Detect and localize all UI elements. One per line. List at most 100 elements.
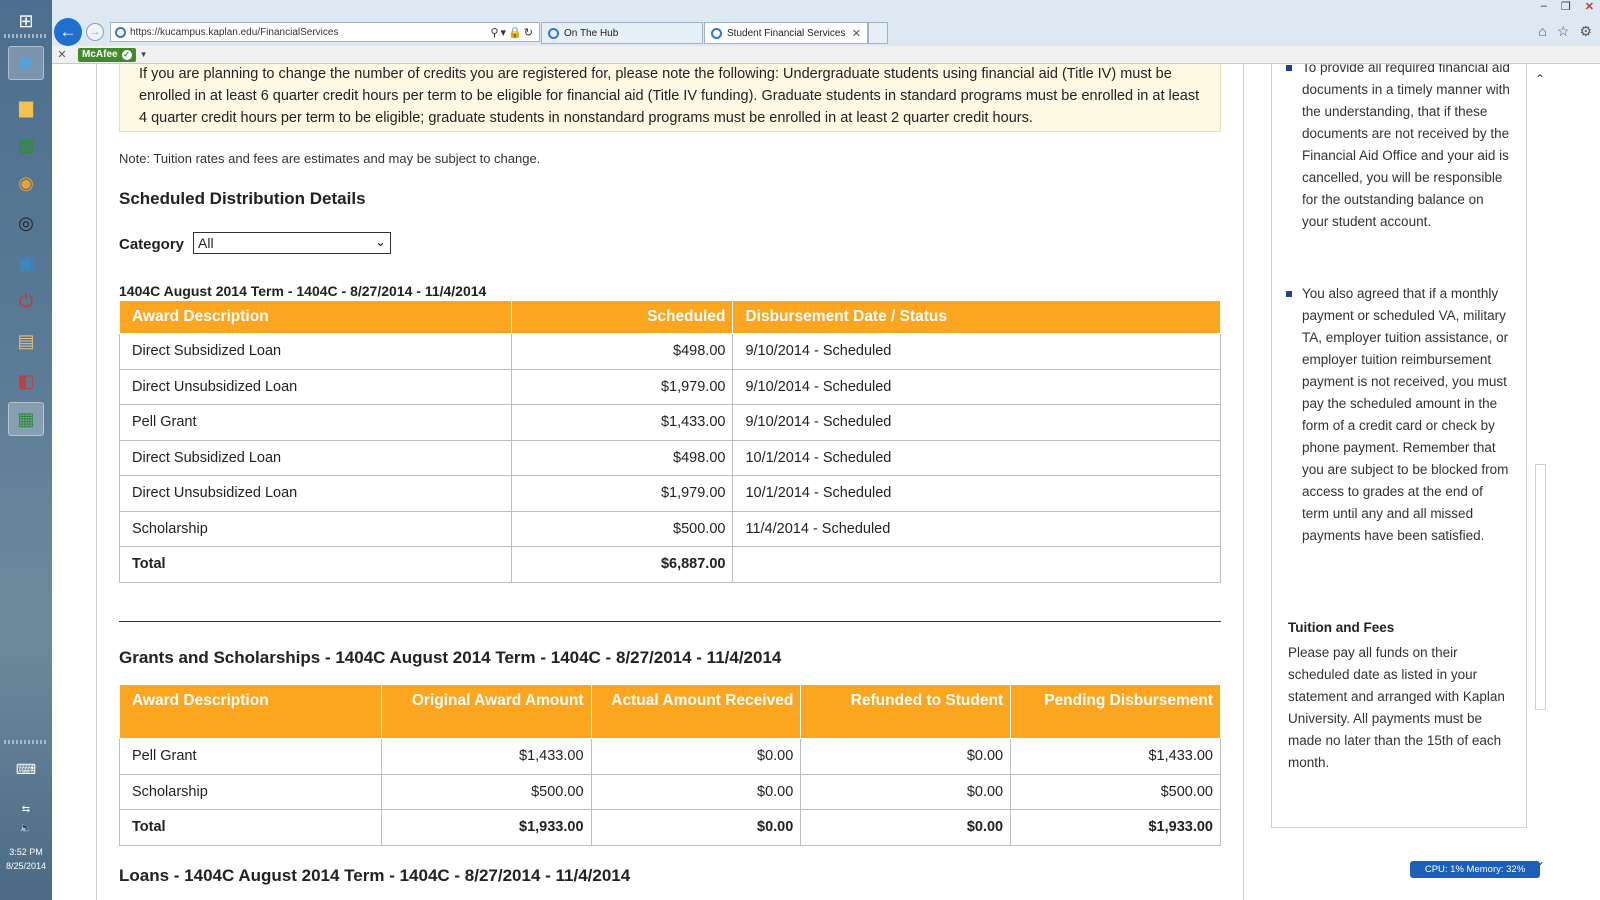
scheduled-amount-cell: $1,979.00 bbox=[510, 475, 734, 512]
award-description-cell: Direct Subsidized Loan bbox=[119, 333, 512, 370]
taskbar-date[interactable]: 8/25/2014 bbox=[0, 860, 52, 872]
mcafee-dropdown-icon[interactable]: ▼ bbox=[140, 50, 148, 59]
tab-close-icon[interactable]: ✕ bbox=[852, 27, 861, 40]
address-bar[interactable]: https://kucampus.kaplan.edu/FinancialSer… bbox=[110, 22, 540, 42]
lock-icon[interactable]: 🔒 bbox=[508, 27, 524, 39]
address-url[interactable]: https://kucampus.kaplan.edu/FinancialSer… bbox=[130, 27, 490, 38]
settings-gear-icon[interactable]: ⚙ bbox=[1579, 23, 1592, 40]
award-description-cell: Pell Grant bbox=[119, 738, 382, 775]
category-select[interactable]: All ⌄ bbox=[193, 232, 391, 254]
forward-arrow-icon: → bbox=[89, 26, 101, 38]
tab-label: Student Financial Services bbox=[727, 27, 846, 39]
total-pending-cell: $1,933.00 bbox=[1010, 809, 1221, 846]
column-header[interactable]: Scheduled bbox=[510, 300, 734, 334]
keyboard-icon[interactable]: ⌨ bbox=[8, 752, 44, 786]
total-original-cell: $1,933.00 bbox=[380, 809, 592, 846]
window-close-icon[interactable]: ✕ bbox=[1585, 0, 1594, 13]
sidebar-bullet: You also agreed that if a monthly paymen… bbox=[1286, 283, 1512, 547]
file-explorer-icon[interactable]: ▆ bbox=[8, 90, 44, 124]
total-status-cell bbox=[732, 546, 1221, 583]
column-header[interactable]: Original Award Amount bbox=[380, 684, 592, 739]
window-controls: – ❐ ✕ bbox=[1541, 0, 1594, 13]
new-tab-button[interactable] bbox=[868, 22, 888, 44]
category-selected-value: All bbox=[198, 235, 214, 251]
column-header[interactable]: Disbursement Date / Status bbox=[732, 300, 1221, 334]
term-heading: 1404C August 2014 Term - 1404C - 8/27/20… bbox=[119, 283, 487, 299]
table-row: Scholarship $500.00 11/4/2014 - Schedule… bbox=[119, 510, 1221, 547]
scroll-thumb[interactable] bbox=[1535, 464, 1546, 710]
sidebar-bullet: To provide all required financial aid do… bbox=[1286, 64, 1512, 233]
column-header[interactable]: Award Description bbox=[119, 300, 512, 334]
taskbar-grip-lower bbox=[4, 740, 48, 744]
tab-student-financial-services[interactable]: Student Financial Services ✕ bbox=[704, 22, 868, 44]
total-label-cell: Total bbox=[119, 546, 512, 583]
minimize-icon[interactable]: – bbox=[1541, 0, 1547, 13]
tray-volume-icon[interactable]: 🔈 bbox=[8, 820, 44, 836]
pending-amount-cell: $500.00 bbox=[1010, 773, 1221, 810]
main-content-column: If you are planning to change the number… bbox=[96, 64, 1244, 900]
addon-toolbar: ✕ McAfee ✓ ▼ bbox=[52, 46, 1600, 64]
photo-app-icon[interactable]: ▣ bbox=[8, 246, 44, 280]
power-app-icon[interactable]: ⏻ bbox=[8, 284, 44, 318]
sidebar-bullet-text: To provide all required financial aid do… bbox=[1302, 64, 1510, 229]
tab-label: On The Hub bbox=[564, 27, 619, 39]
award-description-cell: Scholarship bbox=[119, 510, 512, 547]
table-row: Direct Subsidized Loan $498.00 9/10/2014… bbox=[119, 333, 1221, 370]
windows-start-icon[interactable]: ⊞ bbox=[8, 4, 44, 38]
tuition-note: Note: Tuition rates and fees are estimat… bbox=[119, 151, 541, 166]
column-header[interactable]: Pending Disbursement bbox=[1010, 684, 1221, 739]
cpu-memory-widget: CPU: 1% Memory: 32% bbox=[1410, 861, 1540, 878]
restore-icon[interactable]: ❐ bbox=[1561, 0, 1571, 13]
search-icon[interactable]: ⚲ bbox=[490, 27, 500, 39]
taskbar-time[interactable]: 3:52 PM bbox=[0, 846, 52, 858]
office-app-icon[interactable]: ◧ bbox=[8, 364, 44, 398]
disbursement-status-cell: 9/10/2014 - Scheduled bbox=[732, 404, 1221, 441]
scroll-up-icon[interactable]: ⌃ bbox=[1532, 72, 1548, 86]
tab-favicon-icon bbox=[548, 27, 559, 39]
home-icon[interactable]: ⌂ bbox=[1538, 23, 1546, 40]
chevron-down-icon: ⌄ bbox=[375, 234, 386, 249]
spreadsheet-app-icon[interactable]: ▦ bbox=[8, 128, 44, 162]
tab-favicon-icon bbox=[711, 27, 722, 39]
forward-button[interactable]: → bbox=[86, 23, 104, 41]
table-total-row: Total $1,933.00 $0.00 $0.00 $1,933.00 bbox=[119, 809, 1221, 846]
taskbar-grip bbox=[4, 34, 48, 38]
vertical-scrollbar[interactable]: ⌃ ⌄ bbox=[1532, 64, 1548, 900]
disbursement-status-cell: 10/1/2014 - Scheduled bbox=[732, 439, 1221, 476]
table-total-row: Total $6,887.00 bbox=[119, 546, 1221, 583]
award-description-cell: Direct Unsubsidized Loan bbox=[119, 368, 512, 405]
table-row: Direct Unsubsidized Loan $1,979.00 9/10/… bbox=[119, 368, 1221, 405]
toolbar-close-icon[interactable]: ✕ bbox=[52, 48, 72, 61]
column-header[interactable]: Award Description bbox=[119, 684, 382, 739]
back-button[interactable]: ← bbox=[54, 18, 82, 46]
address-actions[interactable]: ⚲▾🔒↻ bbox=[490, 26, 539, 39]
tab-on-the-hub[interactable]: On The Hub bbox=[541, 22, 703, 44]
browser-toolbar-right: ⌂ ☆ ⚙ bbox=[1538, 23, 1592, 40]
calculator-app-icon[interactable]: ▦ bbox=[8, 402, 44, 436]
dropdown-icon[interactable]: ▾ bbox=[501, 27, 509, 39]
mcafee-label: McAfee bbox=[82, 49, 118, 60]
award-description-cell: Scholarship bbox=[119, 773, 382, 810]
media-app-icon[interactable]: ◉ bbox=[8, 166, 44, 200]
disbursement-status-cell: 9/10/2014 - Scheduled bbox=[732, 368, 1221, 405]
table-row: Pell Grant $1,433.00 $0.00 $0.00 $1,433.… bbox=[119, 738, 1221, 775]
favorites-star-icon[interactable]: ☆ bbox=[1557, 23, 1570, 40]
grants-heading: Grants and Scholarships - 1404C August 2… bbox=[119, 648, 782, 667]
tuition-fees-heading: Tuition and Fees bbox=[1288, 620, 1395, 635]
speaker-app-icon[interactable]: ◎ bbox=[8, 206, 44, 240]
disbursement-status-cell: 11/4/2014 - Scheduled bbox=[732, 510, 1221, 547]
loans-heading: Loans - 1404C August 2014 Term - 1404C -… bbox=[119, 866, 631, 885]
tray-network-icon[interactable]: ⇆ bbox=[8, 800, 44, 818]
scheduled-amount-cell: $1,979.00 bbox=[510, 368, 734, 405]
bullet-square-icon bbox=[1286, 291, 1292, 297]
distribution-heading: Scheduled Distribution Details bbox=[119, 189, 366, 208]
column-header[interactable]: Actual Amount Received bbox=[590, 684, 802, 739]
books-app-icon[interactable]: ▤ bbox=[8, 324, 44, 358]
scheduled-amount-cell: $500.00 bbox=[510, 510, 734, 547]
enrollment-notice: If you are planning to change the number… bbox=[119, 64, 1221, 132]
table-header-row: Award Description Original Award Amount … bbox=[119, 684, 1221, 739]
internet-explorer-icon[interactable]: e bbox=[8, 46, 44, 80]
mcafee-button[interactable]: McAfee ✓ bbox=[78, 47, 136, 62]
refresh-icon[interactable]: ↻ bbox=[524, 27, 535, 39]
column-header[interactable]: Refunded to Student bbox=[800, 684, 1012, 739]
